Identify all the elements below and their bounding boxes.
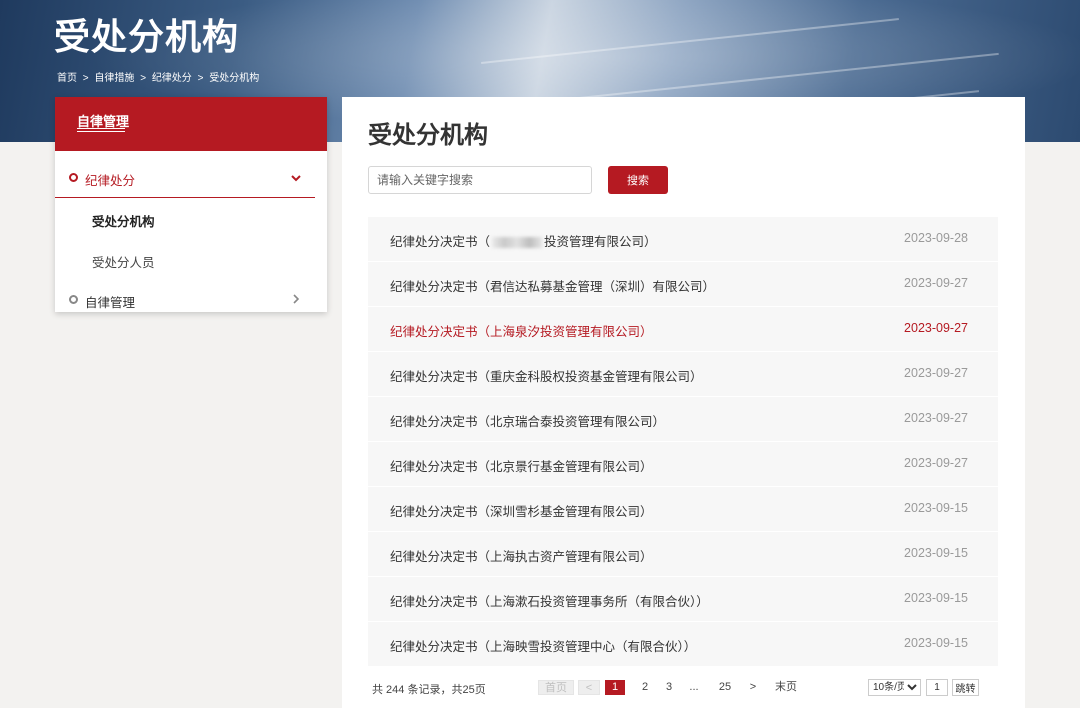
list-item[interactable]: 纪律处分决定书（深圳雪杉基金管理有限公司） 2023-09-15 — [368, 487, 998, 532]
item-date: 2023-09-27 — [904, 456, 968, 470]
decision-list: 纪律处分决定书（ 投资管理有限公司） 2023-09-28 纪律处分决定书（君信达… — [368, 217, 998, 667]
item-date: 2023-09-27 — [904, 411, 968, 425]
item-title[interactable]: 纪律处分决定书（上海漱石投资管理事务所（有限合伙）） — [390, 591, 709, 610]
bullet-icon — [69, 173, 78, 182]
item-title-suffix: 投资管理有限公司） — [544, 235, 657, 249]
item-date: 2023-09-15 — [904, 591, 968, 605]
sidebar-group-label: 自律管理 — [85, 296, 136, 310]
pagination-page-1[interactable]: 1 — [605, 680, 625, 695]
banner-title: 受处分机构 — [54, 16, 240, 57]
list-item[interactable]: 纪律处分决定书（上海映雪投资管理中心（有限合伙）） 2023-09-15 — [368, 622, 998, 667]
item-title[interactable]: 纪律处分决定书（重庆金科股权投资基金管理有限公司） — [390, 366, 703, 385]
item-title[interactable]: 纪律处分决定书（北京景行基金管理有限公司） — [390, 456, 653, 475]
breadcrumb-current: 受处分机构 — [209, 73, 260, 84]
sidebar-title-decoration — [77, 128, 125, 132]
item-date: 2023-09-27 — [904, 366, 968, 380]
pagination-page-25[interactable]: 25 — [714, 680, 736, 695]
list-item[interactable]: 纪律处分决定书（ 投资管理有限公司） 2023-09-28 — [368, 217, 998, 262]
item-title[interactable]: 纪律处分决定书（ 投资管理有限公司） — [390, 231, 657, 250]
item-date: 2023-09-15 — [904, 501, 968, 515]
item-title[interactable]: 纪律处分决定书（上海执古资产管理有限公司） — [390, 546, 653, 565]
chevron-down-icon — [291, 175, 301, 182]
sidebar-group-label: 纪律处分 — [85, 174, 136, 188]
pagination-prev[interactable]: < — [578, 680, 600, 695]
pagination-last[interactable]: 末页 — [772, 680, 800, 695]
item-date: 2023-09-27 — [904, 321, 968, 335]
redacted-name — [492, 237, 543, 249]
list-item[interactable]: 纪律处分决定书（上海漱石投资管理事务所（有限合伙）） 2023-09-15 — [368, 577, 998, 622]
bullet-icon — [69, 295, 78, 304]
item-title-prefix: 纪律处分决定书（ — [390, 235, 491, 249]
sidebar: 自律管理 纪律处分 受处分机构 受处分人员 自律管理 — [55, 97, 327, 312]
breadcrumb-separator: > — [140, 73, 147, 84]
page-jump-button[interactable]: 跳转 — [952, 679, 979, 696]
item-date: 2023-09-15 — [904, 546, 968, 560]
breadcrumb-discipline[interactable]: 纪律处分 — [152, 73, 192, 84]
item-date: 2023-09-27 — [904, 276, 968, 290]
main-content: 受处分机构 搜索 纪律处分决定书（ 投资管理有限公司） 2023-09-28 纪律… — [342, 97, 1025, 708]
list-item[interactable]: 纪律处分决定书（重庆金科股权投资基金管理有限公司） 2023-09-27 — [368, 352, 998, 397]
item-title[interactable]: 纪律处分决定书（君信达私募基金管理（深圳）有限公司） — [390, 276, 715, 295]
chevron-right-icon — [293, 294, 300, 304]
search-input[interactable] — [368, 166, 592, 194]
pagination-ellipsis: ... — [689, 681, 699, 693]
pagination-summary: 共 244 条记录，共25页 — [372, 684, 486, 696]
item-date: 2023-09-15 — [904, 636, 968, 650]
breadcrumb-home[interactable]: 首页 — [57, 73, 77, 84]
sidebar-group-discipline[interactable]: 纪律处分 — [55, 158, 315, 198]
item-title[interactable]: 纪律处分决定书（北京瑞合泰投资管理有限公司） — [390, 411, 665, 430]
list-item[interactable]: 纪律处分决定书（北京瑞合泰投资管理有限公司） 2023-09-27 — [368, 397, 998, 442]
search-button[interactable]: 搜索 — [608, 166, 668, 194]
breadcrumb-separator: > — [82, 73, 89, 84]
item-title[interactable]: 纪律处分决定书（上海泉汐投资管理有限公司） — [390, 321, 653, 340]
page-jump-input[interactable] — [926, 679, 948, 696]
page-title: 受处分机构 — [368, 122, 488, 149]
item-title[interactable]: 纪律处分决定书（深圳雪杉基金管理有限公司） — [390, 501, 653, 520]
sidebar-item-sanctioned-persons[interactable]: 受处分人员 — [92, 252, 155, 271]
breadcrumb: 首页 > 自律措施 > 纪律处分 > 受处分机构 — [57, 69, 262, 84]
sidebar-group-self-regulation[interactable]: 自律管理 — [55, 280, 315, 320]
page-size-select[interactable]: 10条/页 — [868, 679, 921, 696]
list-item[interactable]: 纪律处分决定书（君信达私募基金管理（深圳）有限公司） 2023-09-27 — [368, 262, 998, 307]
item-date: 2023-09-28 — [904, 231, 968, 245]
breadcrumb-separator: > — [197, 73, 204, 84]
breadcrumb-self-regulation[interactable]: 自律措施 — [94, 73, 134, 84]
sidebar-item-sanctioned-institutions[interactable]: 受处分机构 — [92, 211, 155, 230]
pagination-page-2[interactable]: 2 — [638, 680, 652, 695]
pagination-page-3[interactable]: 3 — [662, 680, 676, 695]
sidebar-header: 自律管理 — [55, 97, 327, 151]
list-item[interactable]: 纪律处分决定书（上海执古资产管理有限公司） 2023-09-15 — [368, 532, 998, 577]
item-title[interactable]: 纪律处分决定书（上海映雪投资管理中心（有限合伙）） — [390, 636, 696, 655]
pagination-next[interactable]: > — [746, 680, 760, 695]
list-item[interactable]: 纪律处分决定书（上海泉汐投资管理有限公司） 2023-09-27 — [368, 307, 998, 352]
pagination-first[interactable]: 首页 — [538, 680, 574, 695]
list-item[interactable]: 纪律处分决定书（北京景行基金管理有限公司） 2023-09-27 — [368, 442, 998, 487]
